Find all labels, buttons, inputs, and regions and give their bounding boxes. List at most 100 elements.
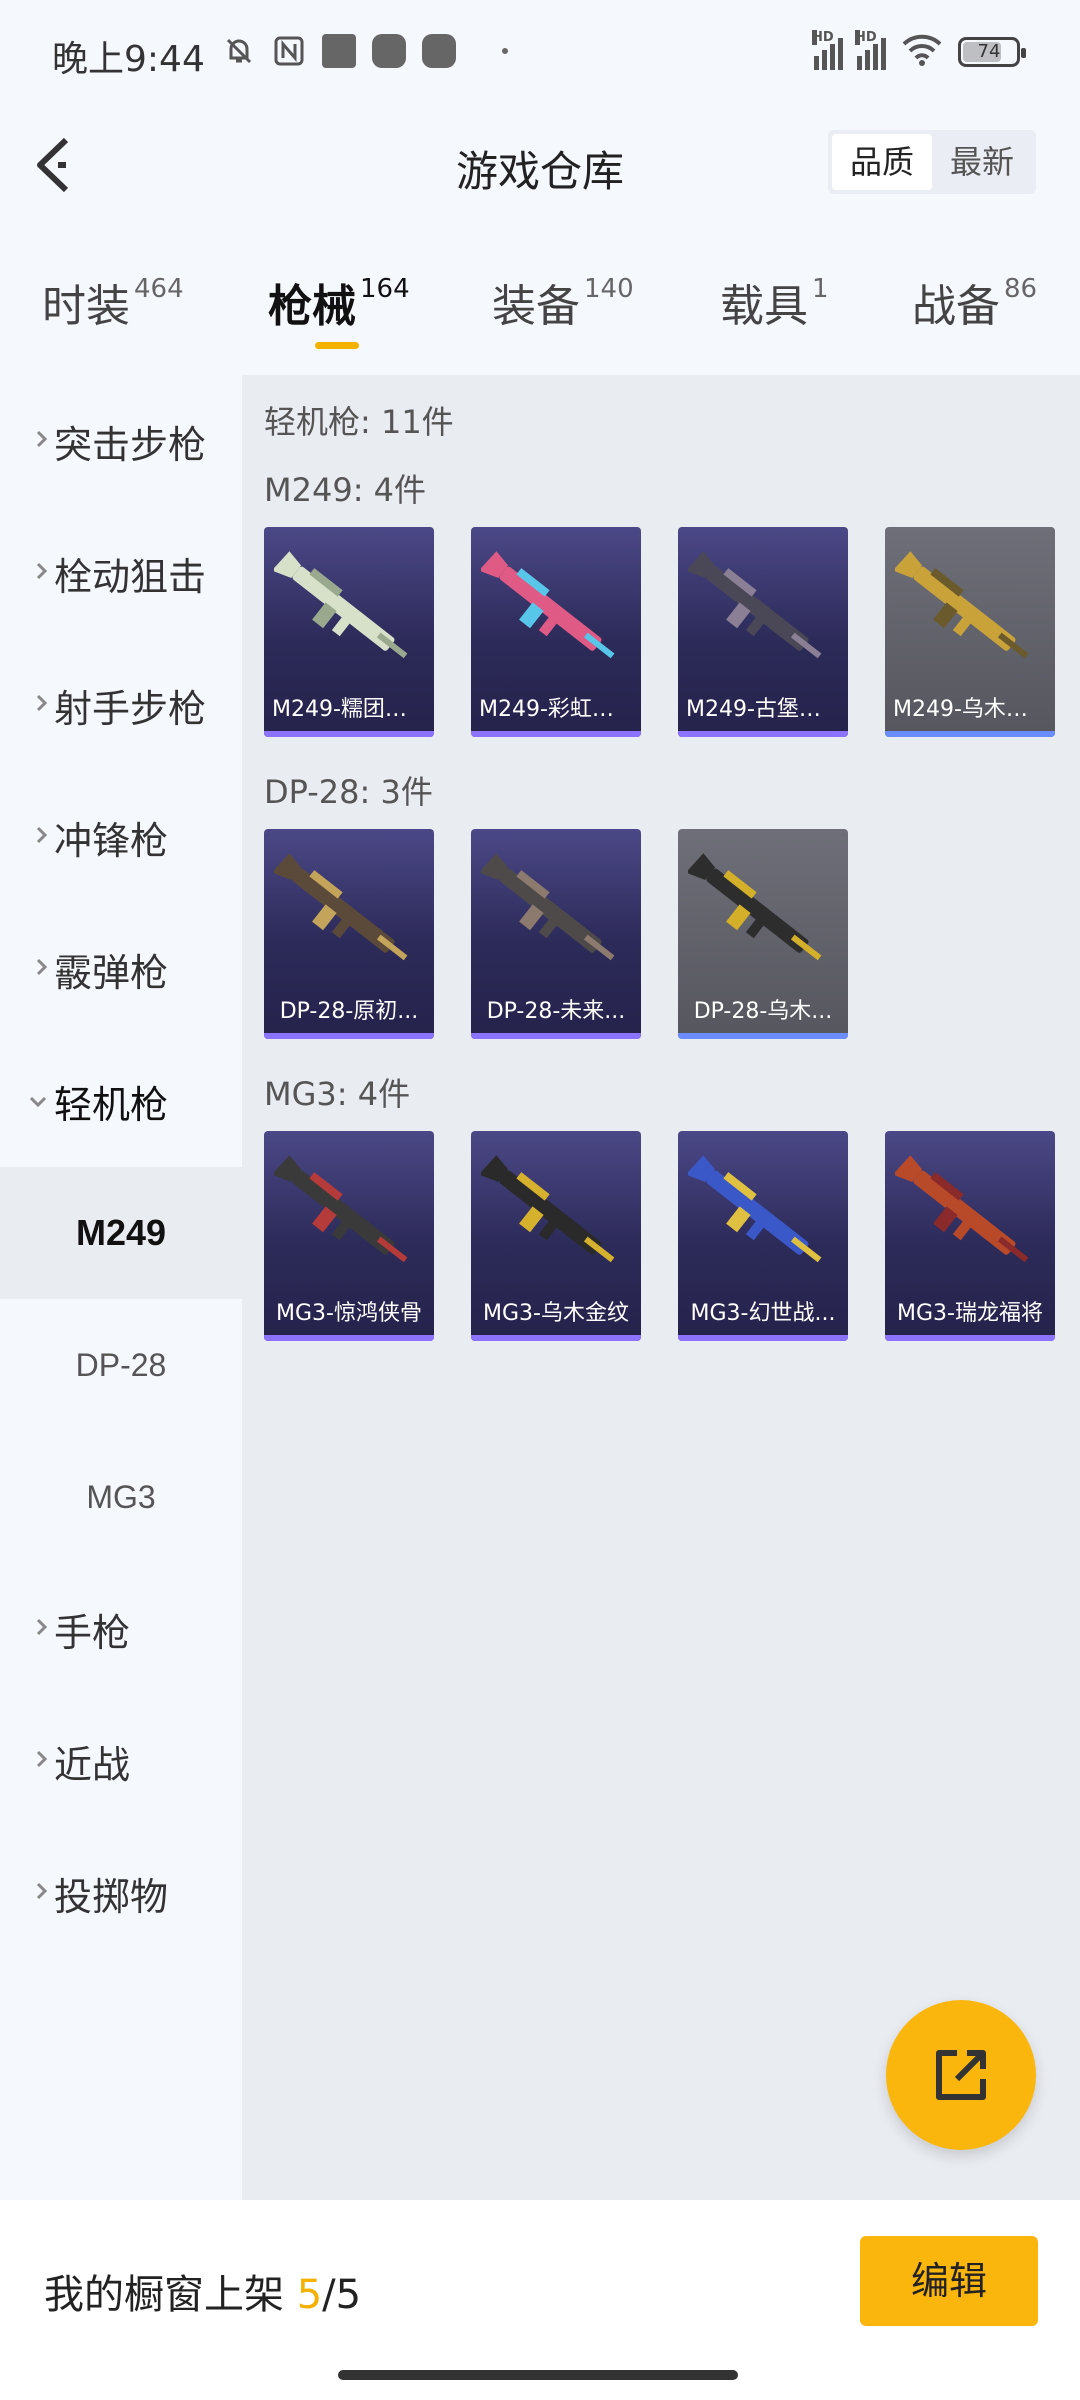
section-title: M249: 4件 <box>264 471 427 509</box>
tab-firearms[interactable]: 枪械 164 <box>268 270 410 334</box>
sidebar-subitem-dp-28[interactable]: DP-28 <box>0 1299 242 1431</box>
rarity-bar <box>471 1335 641 1341</box>
sidebar-item-lmgs[interactable]: 轻机枪 <box>0 1035 242 1167</box>
weapon-skin-name: DP-28-乌木... <box>693 999 833 1024</box>
weapon-skin-card[interactable]: DP-28-乌木... <box>678 829 848 1039</box>
tab-label: 时装 <box>42 281 130 332</box>
tab-label: 载具 <box>720 281 808 332</box>
chevron-right-icon <box>0 955 54 983</box>
section-title: DP-28: 3件 <box>264 773 433 811</box>
weapon-skin-card[interactable]: MG3-瑞龙福将 <box>885 1131 1055 1341</box>
tab-equipment[interactable]: 装备 140 <box>492 270 634 334</box>
tab-label: 装备 <box>492 281 580 332</box>
weapon-skin-card[interactable]: MG3-惊鸿侠骨 <box>264 1131 434 1341</box>
weapon-skin-card[interactable]: M249-糯团青... <box>264 527 434 737</box>
tab-vehicles[interactable]: 载具 1 <box>720 270 829 334</box>
share-external-icon <box>936 2050 986 2100</box>
sidebar-item-label: 突击步枪 <box>54 422 207 467</box>
edit-button[interactable]: 编辑 <box>860 2236 1038 2326</box>
sidebar-item-melee[interactable]: 近战 <box>0 1695 242 1827</box>
sidebar-item-pistols[interactable]: 手枪 <box>0 1563 242 1695</box>
nfc-icon <box>272 34 306 68</box>
sidebar-item-smgs[interactable]: 冲锋枪 <box>0 771 242 903</box>
chevron-right-icon <box>0 691 54 719</box>
sidebar-item-label: 栓动狙击 <box>54 554 207 599</box>
mute-bell-icon <box>222 34 256 68</box>
weapon-skin-name: M249-彩虹符... <box>479 697 635 722</box>
sidebar-item-label: 霰弹枪 <box>54 950 169 995</box>
showcase-total-count: /5 <box>322 2272 362 2318</box>
sort-toggle: 品质 最新 <box>827 130 1036 194</box>
weapon-skin-card[interactable]: DP-28-未来... <box>471 829 641 1039</box>
sort-option-quality[interactable]: 品质 <box>831 134 932 190</box>
weapon-skin-name: MG3-瑞龙福将 <box>897 1301 1043 1326</box>
status-bar: 晚上9:44 HD HD 74 <box>0 0 1080 110</box>
chevron-right-icon <box>0 427 54 455</box>
rarity-bar <box>264 1033 434 1039</box>
wifi-icon <box>900 32 944 72</box>
rarity-bar <box>264 1335 434 1341</box>
header: 游戏仓库 品质 最新 <box>0 120 1080 210</box>
bottom-panel: 我的橱窗上架 5/5 编辑 <box>0 2200 1080 2400</box>
tab-label: 枪械 <box>268 281 356 332</box>
sort-option-newest[interactable]: 最新 <box>932 134 1032 190</box>
weapon-skin-name: M249-古堡领... <box>686 697 842 722</box>
section-title: MG3: 4件 <box>264 1075 411 1113</box>
active-tab-indicator <box>315 342 359 349</box>
rarity-bar <box>471 731 641 737</box>
sidebar-item-label: 轻机枪 <box>54 1082 169 1127</box>
tab-supplies[interactable]: 战备 86 <box>912 270 1037 334</box>
weapon-skin-image <box>688 1155 822 1263</box>
weapon-skin-card[interactable]: MG3-幻世战... <box>678 1131 848 1341</box>
chevron-right-icon <box>0 1615 54 1643</box>
weapon-skin-name: DP-28-原初... <box>279 999 419 1024</box>
weapon-skin-image <box>688 853 822 961</box>
home-indicator[interactable] <box>338 2370 738 2380</box>
sidebar-item-label: 近战 <box>54 1742 131 1787</box>
weapon-skin-name: MG3-惊鸿侠骨 <box>276 1301 422 1326</box>
status-notification-icons <box>222 34 508 68</box>
showcase-status: 我的橱窗上架 5/5 <box>44 2262 361 2320</box>
battery-level: 74 <box>977 41 1001 62</box>
sidebar-item-throwables[interactable]: 投掷物 <box>0 1827 242 1959</box>
signal-icon: HD <box>812 30 843 70</box>
sidebar-item-shotguns[interactable]: 霰弹枪 <box>0 903 242 1035</box>
weapon-skin-card[interactable]: M249-古堡领... <box>678 527 848 737</box>
sidebar-subitem-m249[interactable]: M249 <box>0 1167 242 1299</box>
weapon-skin-image <box>481 1155 615 1263</box>
chevron-right-icon <box>0 559 54 587</box>
rarity-bar <box>678 1033 848 1039</box>
weapon-skin-image <box>274 853 408 961</box>
sidebar-item-bolt-action-snipers[interactable]: 栓动狙击 <box>0 507 242 639</box>
chevron-down-icon <box>0 1087 54 1115</box>
sidebar-subitem-mg3[interactable]: MG3 <box>0 1431 242 1563</box>
weapon-skin-card[interactable]: MG3-乌木金纹 <box>471 1131 641 1341</box>
weapon-skin-card[interactable]: M249-乌木金... <box>885 527 1055 737</box>
weapon-skin-image <box>274 1155 408 1263</box>
battery-icon: 74 <box>958 37 1026 67</box>
signal-icon: HD <box>855 30 886 70</box>
tab-count: 1 <box>812 274 829 304</box>
share-button[interactable] <box>886 2000 1036 2150</box>
tab-fashion[interactable]: 时装 464 <box>42 270 184 334</box>
category-tabs: 时装 464 枪械 164 装备 140 载具 1 战备 86 <box>0 270 1080 360</box>
weapon-skin-image <box>895 551 1029 659</box>
tab-count: 86 <box>1004 274 1038 304</box>
chevron-right-icon <box>0 1879 54 1907</box>
sidebar-item-assault-rifles[interactable]: 突击步枪 <box>0 375 242 507</box>
weapon-skin-card[interactable]: DP-28-原初... <box>264 829 434 1039</box>
sidebar-item-label: 手枪 <box>54 1610 131 1655</box>
weapon-category-sidebar: 突击步枪栓动狙击射手步枪 冲锋枪霰弹枪轻机枪 M249 DP-28 MG3 手枪近战投掷物 <box>0 375 242 2200</box>
weapon-skin-image <box>688 551 822 659</box>
tab-count: 464 <box>134 274 184 304</box>
weapon-skin-name: MG3-乌木金纹 <box>483 1301 629 1326</box>
weapon-skin-image <box>481 551 615 659</box>
sidebar-item-label: 投掷物 <box>54 1874 169 1919</box>
weapon-skin-image <box>481 853 615 961</box>
weapon-skin-card[interactable]: M249-彩虹符... <box>471 527 641 737</box>
weapon-skin-image <box>274 551 408 659</box>
app-notification-icon <box>322 34 356 68</box>
app-notification-icon <box>372 34 406 68</box>
sidebar-item-marksman-rifles[interactable]: 射手步枪 <box>0 639 242 771</box>
weapon-skin-name: M249-乌木金... <box>893 697 1049 722</box>
